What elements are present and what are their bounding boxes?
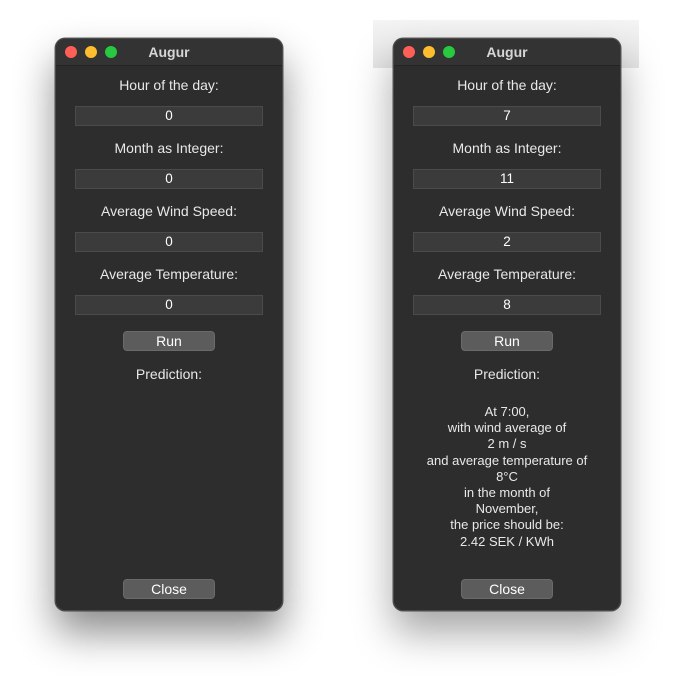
- run-button[interactable]: Run: [123, 331, 215, 351]
- result-line: and average temperature of: [426, 452, 588, 468]
- month-label: Month as Integer:: [452, 140, 562, 156]
- prediction-label: Prediction:: [473, 366, 541, 382]
- prediction-result: At 7:00, with wind average of 2 m / s an…: [404, 404, 610, 550]
- result-line: 2 m / s: [487, 436, 527, 452]
- temperature-input[interactable]: 0: [75, 295, 263, 315]
- title-bar[interactable]: Augur: [394, 39, 620, 66]
- close-button[interactable]: Close: [123, 579, 215, 599]
- result-line: November,: [475, 501, 539, 517]
- result-line: 8°C: [496, 468, 518, 484]
- prediction-label: Prediction:: [135, 366, 203, 382]
- wind-speed-input[interactable]: 2: [413, 232, 601, 252]
- temperature-label: Average Temperature:: [437, 266, 576, 282]
- run-button[interactable]: Run: [461, 331, 553, 351]
- wind-speed-label: Average Wind Speed:: [101, 203, 237, 219]
- hour-label: Hour of the day:: [119, 77, 219, 93]
- temperature-input[interactable]: 8: [413, 295, 601, 315]
- hour-label: Hour of the day:: [457, 77, 557, 93]
- close-button[interactable]: Close: [461, 579, 553, 599]
- result-line: the price should be:: [450, 517, 564, 533]
- result-line: in the month of: [464, 485, 550, 501]
- wind-speed-label: Average Wind Speed:: [439, 203, 575, 219]
- result-line: with wind average of: [447, 420, 567, 436]
- month-input[interactable]: 0: [75, 169, 263, 189]
- temperature-label: Average Temperature:: [99, 266, 238, 282]
- hour-input[interactable]: 0: [75, 106, 263, 126]
- month-input[interactable]: 11: [413, 169, 601, 189]
- hour-input[interactable]: 7: [413, 106, 601, 126]
- window-title: Augur: [486, 44, 528, 60]
- result-line: At 7:00,: [484, 404, 530, 419]
- augur-window-empty: Augur Hour of the day: 0 Month as Intege…: [55, 38, 283, 611]
- window-title: Augur: [148, 44, 190, 60]
- title-bar[interactable]: Augur: [56, 39, 282, 66]
- month-label: Month as Integer:: [114, 140, 224, 156]
- wind-speed-input[interactable]: 0: [75, 232, 263, 252]
- augur-window-result: Augur Hour of the day: 7 Month as Intege…: [393, 38, 621, 611]
- result-line: 2.42 SEK / KWh: [460, 533, 554, 549]
